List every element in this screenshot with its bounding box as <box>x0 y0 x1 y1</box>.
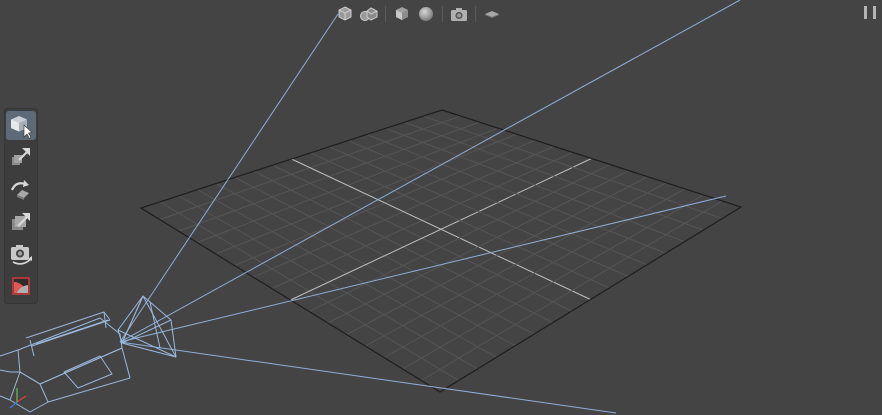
grid-line <box>366 134 666 254</box>
view-toolbar <box>334 3 503 25</box>
scale-arrow-icon <box>12 212 30 230</box>
grid-line <box>328 146 629 277</box>
pause-button[interactable] <box>864 6 876 20</box>
floor-plane-button[interactable] <box>481 3 503 25</box>
material-tool-button[interactable] <box>6 271 36 300</box>
3d-viewport[interactable] <box>0 0 882 415</box>
rotate-tool-button[interactable] <box>6 175 36 204</box>
rotate-icon <box>10 179 29 200</box>
tools-panel <box>4 108 38 304</box>
move-arrow-icon <box>12 147 30 165</box>
grid-border <box>139 109 743 393</box>
multiple-objects-icon <box>360 7 378 21</box>
toolbar-separator <box>385 6 386 22</box>
toolbar-separator <box>442 6 443 22</box>
single-object-icon <box>338 6 352 21</box>
grid-line <box>383 188 686 358</box>
orbit-camera-icon <box>11 244 32 265</box>
sphere-shape-button[interactable] <box>415 3 437 25</box>
pause-icon-bar <box>873 6 876 19</box>
camera-wireframe <box>0 295 177 413</box>
multiple-objects-button[interactable] <box>358 3 380 25</box>
grid-line <box>423 115 723 220</box>
grid-line <box>347 140 648 266</box>
material-swatch-icon <box>12 276 30 295</box>
move-tool-button[interactable] <box>6 143 36 172</box>
select-tool-button[interactable] <box>6 111 36 141</box>
cube-shape-button[interactable] <box>391 3 413 25</box>
single-object-button[interactable] <box>334 3 356 25</box>
scene-canvas[interactable] <box>0 0 882 415</box>
ground-grid <box>139 109 743 393</box>
floor-plane-icon <box>485 11 499 18</box>
scale-tool-button[interactable] <box>6 207 36 236</box>
select-cube-icon <box>11 115 33 139</box>
sphere-shape-icon <box>419 7 433 21</box>
orbit-camera-tool-button[interactable] <box>6 239 36 268</box>
grid-line <box>327 170 630 324</box>
grid-line <box>365 182 667 347</box>
toolbar-separator <box>475 6 476 22</box>
pause-icon-bar <box>864 6 867 19</box>
camera-view-button[interactable] <box>448 3 470 25</box>
cube-shape-icon <box>396 7 408 20</box>
camera-view-icon <box>451 8 467 21</box>
